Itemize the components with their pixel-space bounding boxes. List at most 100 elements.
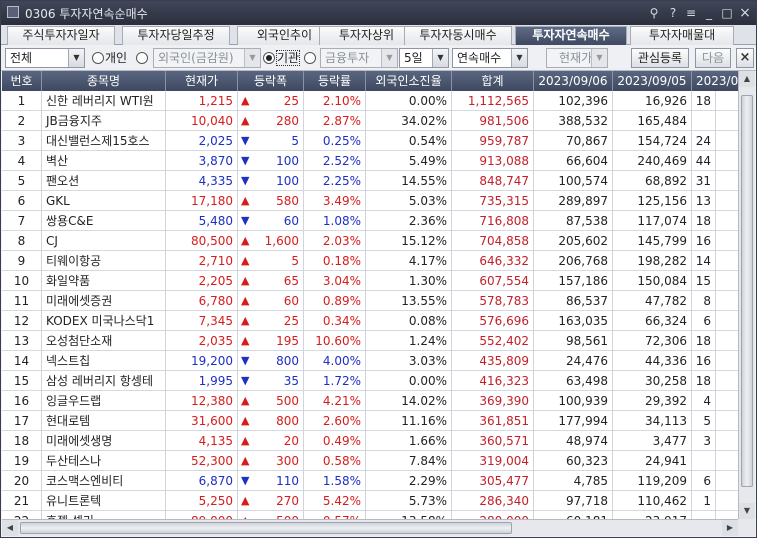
header-name[interactable]: 종목명 (42, 71, 166, 91)
scroll-down-icon[interactable]: ▼ (739, 503, 755, 519)
header-date-3[interactable]: 2023/09 (692, 71, 738, 91)
horizontal-scroll-thumb[interactable] (20, 522, 512, 534)
header-price[interactable]: 현재가 (166, 71, 238, 91)
cell-rate: 0.49% (304, 431, 366, 451)
header-date-1[interactable]: 2023/09/06 (534, 71, 613, 91)
scroll-left-icon[interactable]: ◀ (2, 520, 18, 536)
table-row[interactable]: 14 넥스트칩 19,200 ▼ 800 4.00% 3.03% 435,809 24,476 4… (2, 351, 738, 371)
cell-foreign-ratio: 11.16% (366, 411, 452, 431)
header-change[interactable]: 등락폭 (238, 71, 304, 91)
foreign-type-select[interactable]: 외국인(금감원) ▼ (153, 48, 261, 68)
table-row[interactable]: 4 벽산 3,870 ▼ 100 2.52% 5.49% 913,088 66,604 240,4… (2, 151, 738, 171)
table-row[interactable]: 1 신한 레버리지 WTI원 1,215 ▲ 25 2.10% 0.00% 1,112,565… (2, 91, 738, 111)
radio-institution[interactable]: 기관 (263, 50, 301, 66)
header-foreign-ratio[interactable]: 외국인소진율 (366, 71, 452, 91)
cell-date-3 (692, 511, 716, 519)
period-select[interactable]: 5일 ▼ (399, 48, 449, 68)
table-row[interactable]: 12 KODEX 미국나스닥1 7,345 ▲ 25 0.34% 0.08% 576,696 1… (2, 311, 738, 331)
radio-foreign[interactable] (136, 50, 149, 66)
table-row[interactable]: 19 두산테스나 52,300 ▲ 300 0.58% 7.84% 319,004 60,323… (2, 451, 738, 471)
table-row[interactable]: 20 코스맥스엔비티 6,870 ▼ 110 1.58% 2.29% 305,477 4,785… (2, 471, 738, 491)
cell-date-2: 240,469 (613, 151, 692, 171)
table-row[interactable]: 9 티웨이항공 2,710 ▲ 5 0.18% 4.17% 646,332 206,768 198… (2, 251, 738, 271)
vertical-scrollbar[interactable]: ▲ ▼ (738, 71, 755, 519)
maximize-icon[interactable]: □ (719, 5, 735, 21)
header-no[interactable]: 번호 (2, 71, 42, 91)
table-row[interactable]: 5 팬오션 4,335 ▼ 100 2.25% 14.55% 848,747 100,574 68… (2, 171, 738, 191)
table-row[interactable]: 6 GKL 17,180 ▲ 580 3.49% 5.03% 735,315 289,897 12… (2, 191, 738, 211)
market-select-value: 전체 (10, 51, 33, 65)
close-icon[interactable]: × (737, 5, 753, 21)
cell-sum: 576,696 (452, 311, 534, 331)
table-row[interactable]: 16 잉글우드랩 12,380 ▲ 500 4.21% 14.02% 369,390 100,9… (2, 391, 738, 411)
cell-change: 100 (256, 171, 304, 191)
cell-price: 1,215 (166, 91, 238, 111)
table-row[interactable]: 21 유니트론텍 5,250 ▲ 270 5.42% 5.73% 286,340 97,718 1… (2, 491, 738, 511)
cell-name: 화일약품 (42, 271, 166, 291)
mode-select[interactable]: 연속매수 ▼ (452, 48, 528, 68)
cell-change: 5 (256, 251, 304, 271)
cell-change: 20 (256, 431, 304, 451)
cell-price: 6,780 (166, 291, 238, 311)
table-row[interactable]: 10 화일약품 2,205 ▲ 65 3.04% 1.30% 607,554 157,186 15… (2, 271, 738, 291)
menu-icon[interactable]: ≡ (683, 5, 699, 21)
price-select[interactable]: 현재가 ▼ (546, 48, 608, 68)
radio-institution-type[interactable] (304, 50, 317, 66)
cell-price: 4,135 (166, 431, 238, 451)
cell-date-1: 97,718 (534, 491, 613, 511)
cell-foreign-ratio: 4.17% (366, 251, 452, 271)
pin-icon[interactable]: ⚲ (646, 5, 662, 21)
tab-investor-top[interactable]: 투자자상위 (319, 26, 414, 45)
institution-type-select[interactable]: 금융투자 ▼ (320, 48, 398, 68)
cell-date-2: 66,324 (613, 311, 692, 331)
help-icon[interactable]: ? (665, 5, 681, 21)
radio-individual-label: 개인 (105, 51, 128, 65)
cell-date-3 (692, 451, 716, 471)
tab-consecutive-buy[interactable]: 투자자연속매수 (515, 26, 627, 45)
cell-name: CJ (42, 231, 166, 251)
cell-change: 1,600 (256, 231, 304, 251)
market-select[interactable]: 전체 ▼ (5, 48, 85, 68)
minimize-icon[interactable]: _ (701, 5, 717, 21)
header-sum[interactable]: 합계 (452, 71, 534, 91)
cell-price: 6,870 (166, 471, 238, 491)
cell-date-1: 177,994 (534, 411, 613, 431)
cell-date-2: 34,113 (613, 411, 692, 431)
table-row[interactable]: 18 미래에셋생명 4,135 ▲ 20 0.49% 1.66% 360,571 48,974 3… (2, 431, 738, 451)
table-row[interactable]: 22휴젤 셀리89,000▲5000.57%13.58%280,00060,18… (2, 511, 738, 519)
radio-foreign-dot (136, 52, 148, 64)
horizontal-scrollbar[interactable]: ◀ ▶ (2, 519, 738, 536)
table-row[interactable]: 13 오성첨단소재 2,035 ▲ 195 10.60% 1.24% 552,402 98,56… (2, 331, 738, 351)
cell-date-1: 70,867 (534, 131, 613, 151)
cell-date-3: 16 (692, 231, 716, 251)
next-button[interactable]: 다음 (695, 48, 731, 68)
tab-foreign-trend[interactable]: 외국인추이 (237, 26, 332, 45)
tab-supply-zone[interactable]: 투자자매물대 (630, 26, 734, 45)
close-panel-button[interactable]: × (736, 48, 754, 68)
tab-investor-daily[interactable]: 주식투자자일자 (7, 26, 115, 45)
tab-investor-estimate[interactable]: 투자자당일추정 (122, 26, 230, 45)
table-row[interactable]: 3 대신밸런스제15호스 2,025 ▼ 5 0.25% 0.54% 959,787 70,86… (2, 131, 738, 151)
cell-no: 11 (2, 291, 42, 311)
cell-rate: 2.25% (304, 171, 366, 191)
table-row[interactable]: 17 현대로템 31,600 ▲ 800 2.60% 11.16% 361,851 177,99… (2, 411, 738, 431)
watchlist-add-button[interactable]: 관심등록 (631, 48, 689, 68)
vertical-scroll-thumb[interactable] (741, 95, 753, 487)
table-row[interactable]: 7 쌍용C&E 5,480 ▼ 60 1.08% 2.36% 716,808 87,538 117… (2, 211, 738, 231)
table-row[interactable]: 15 삼성 레버리지 항셍테 1,995 ▼ 35 1.72% 0.00% 416,323 63… (2, 371, 738, 391)
cell-foreign-ratio: 2.29% (366, 471, 452, 491)
tab-simultaneous-buy[interactable]: 투자자동시매수 (404, 26, 512, 45)
table-row[interactable]: 11 미래에셋증권 6,780 ▲ 60 0.89% 13.55% 578,783 86,537… (2, 291, 738, 311)
arrow-up-icon: ▲ (241, 494, 250, 507)
header-date-2[interactable]: 2023/09/05 (613, 71, 692, 91)
cell-change: 800 (256, 411, 304, 431)
scroll-up-icon[interactable]: ▲ (739, 71, 755, 87)
radio-individual[interactable]: 개인 (92, 50, 127, 66)
cell-change: 280 (256, 111, 304, 131)
header-rate[interactable]: 등락률 (304, 71, 366, 91)
scroll-right-icon[interactable]: ▶ (722, 520, 738, 536)
table-row[interactable]: 2 JB금융지주 10,040 ▲ 280 2.87% 34.02% 981,506 388,5… (2, 111, 738, 131)
table-row[interactable]: 8 CJ 80,500 ▲ 1,600 2.03% 15.12% 704,858 205,602… (2, 231, 738, 251)
chevron-down-icon: ▼ (68, 49, 84, 67)
cell-date-2: 16,926 (613, 91, 692, 111)
